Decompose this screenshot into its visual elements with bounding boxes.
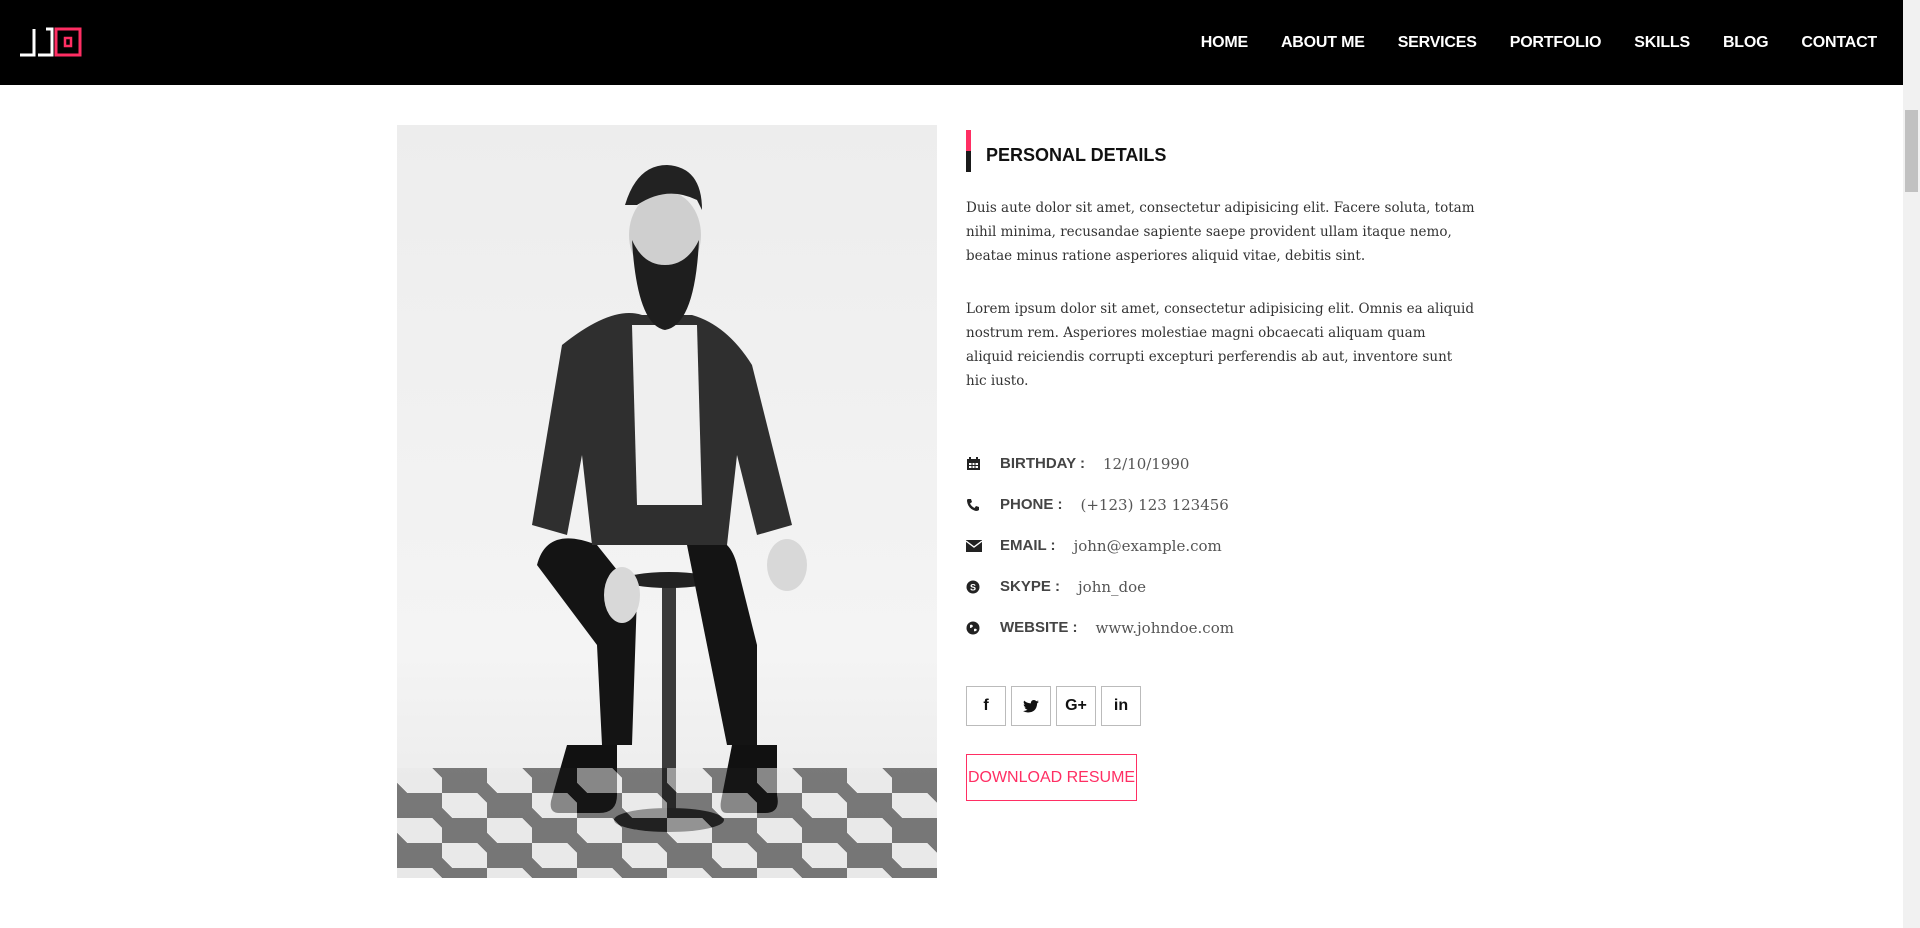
facebook-icon: f — [983, 697, 989, 714]
twitter-icon — [1023, 699, 1039, 712]
skype-label: SKYPE : — [1000, 578, 1061, 595]
nav-blog[interactable]: BLOG — [1723, 34, 1769, 52]
svg-text:S: S — [970, 582, 976, 592]
nav-skills[interactable]: SKILLS — [1634, 34, 1690, 52]
facebook-button[interactable]: f — [966, 686, 1006, 726]
info-email: EMAIL : john@example.com — [966, 525, 1476, 566]
download-resume-button[interactable]: DOWNLOAD RESUME — [966, 754, 1137, 801]
intro-paragraph-2: Lorem ipsum dolor sit amet, consectetur … — [966, 301, 1474, 389]
profile-photo — [397, 125, 937, 878]
phone-label: PHONE : — [1000, 496, 1063, 513]
phone-value: (+123) 123 123456 — [1080, 495, 1229, 514]
twitter-button[interactable] — [1011, 686, 1051, 726]
skype-value: john_doe — [1078, 577, 1147, 596]
linkedin-button[interactable]: in — [1101, 686, 1141, 726]
personal-details: PERSONAL DETAILS Duis aute dolor sit ame… — [966, 130, 1476, 801]
info-phone: PHONE : (+123) 123 123456 — [966, 484, 1476, 525]
nav-services[interactable]: SERVICES — [1398, 34, 1477, 52]
profile-photo-illustration — [532, 165, 807, 832]
phone-icon — [966, 498, 1000, 512]
google-plus-button[interactable]: G+ — [1056, 686, 1096, 726]
page-scrollbar[interactable] — [1903, 0, 1920, 928]
birthday-label: BIRTHDAY : — [1000, 455, 1086, 472]
info-skype: S SKYPE : john_doe — [966, 566, 1476, 607]
nav-about-me[interactable]: ABOUT ME — [1281, 34, 1365, 52]
globe-icon — [966, 621, 1000, 635]
calendar-icon — [966, 456, 1000, 471]
website-value[interactable]: www.johndoe.com — [1096, 619, 1234, 637]
website-label: WEBSITE : — [1000, 619, 1078, 636]
info-list: BIRTHDAY : 12/10/1990 PHONE : (+123) 123… — [966, 443, 1476, 648]
info-website: WEBSITE : www.johndoe.com — [966, 607, 1476, 648]
birthday-value: 12/10/1990 — [1103, 454, 1190, 473]
linkedin-icon: in — [1113, 697, 1129, 714]
section-title: PERSONAL DETAILS — [986, 145, 1167, 165]
nav-home[interactable]: HOME — [1201, 34, 1248, 52]
social-links: f G+ in — [966, 686, 1476, 726]
nav-contact[interactable]: CONTACT — [1801, 34, 1877, 52]
checkered-floor — [397, 768, 937, 878]
envelope-icon — [966, 539, 1000, 552]
email-value: john@example.com — [1073, 536, 1222, 555]
heading-accent-bar — [966, 130, 971, 172]
email-label: EMAIL : — [1000, 537, 1056, 554]
google-plus-icon: G+ — [1065, 697, 1087, 714]
main-nav: HOME ABOUT ME SERVICES PORTFOLIO SKILLS … — [1168, 0, 1877, 85]
top-navbar: HOME ABOUT ME SERVICES PORTFOLIO SKILLS … — [0, 0, 1903, 85]
info-birthday: BIRTHDAY : 12/10/1990 — [966, 443, 1476, 484]
nav-portfolio[interactable]: PORTFOLIO — [1510, 34, 1602, 52]
scrollbar-thumb[interactable] — [1905, 110, 1918, 192]
intro-paragraph-1: Duis aute dolor sit amet, consectetur ad… — [966, 200, 1475, 264]
skype-icon: S — [966, 580, 1000, 594]
logo[interactable] — [20, 25, 84, 59]
section-heading: PERSONAL DETAILS — [966, 130, 1476, 172]
